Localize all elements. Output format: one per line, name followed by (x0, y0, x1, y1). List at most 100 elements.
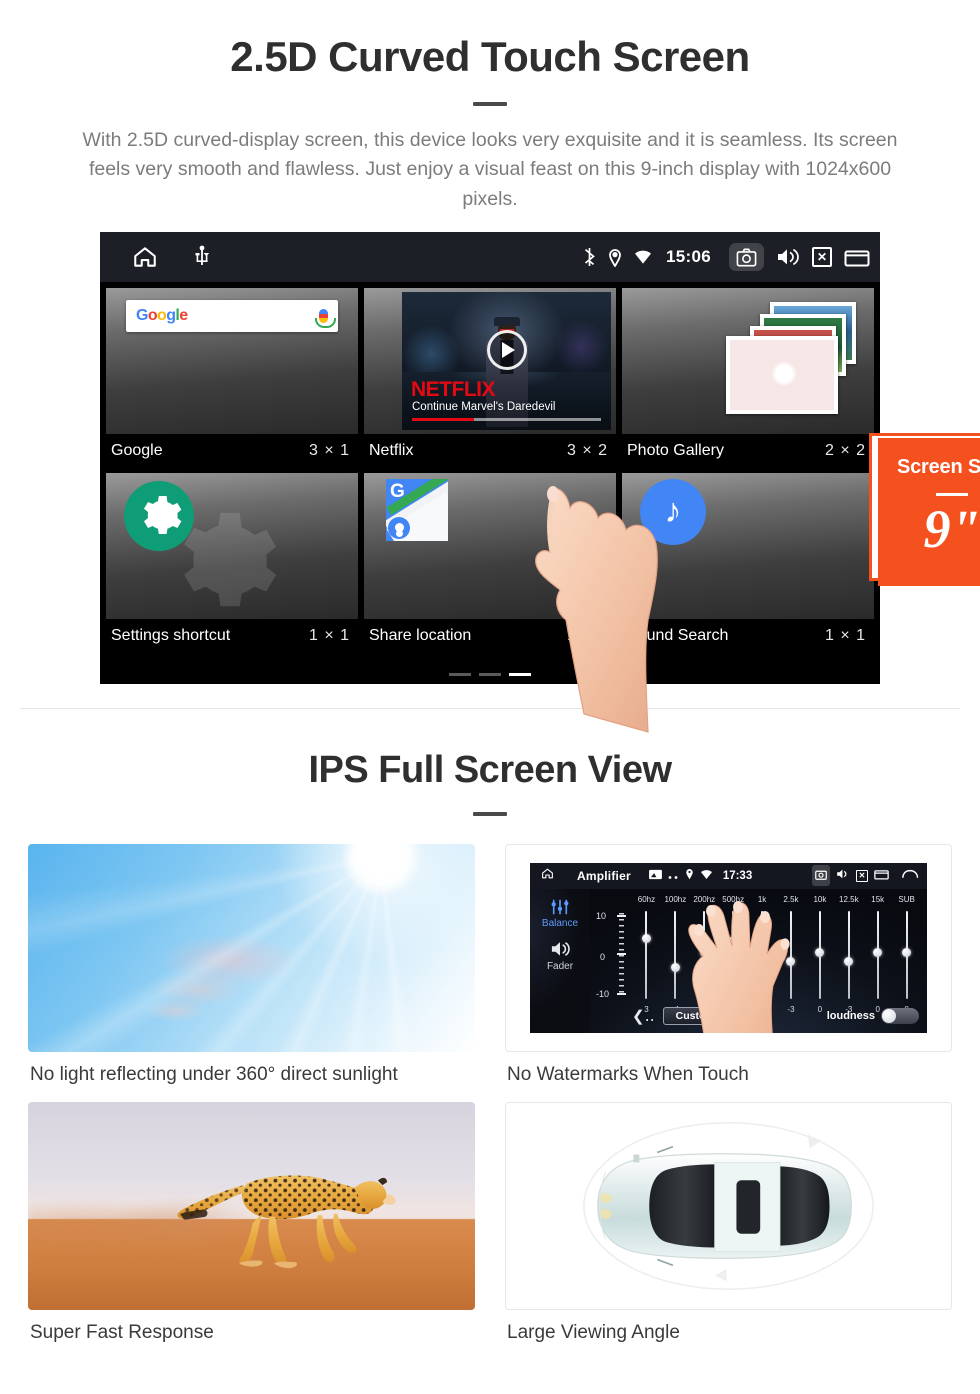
location-icon (608, 247, 622, 267)
location-icon (685, 867, 694, 885)
usb-icon[interactable] (194, 245, 210, 269)
equalizer-panel: 60hz 100hz 200hz 500hz 1k 2.5k 10k 12.5k… (590, 888, 927, 1033)
widget-card-settings-shortcut[interactable]: Settings shortcut 1 × 1 (106, 472, 358, 653)
close-icon[interactable]: ✕ (812, 246, 832, 267)
netflix-continue-title: Continue Marvel's Daredevil (412, 400, 556, 413)
widget-label-row: Sound Search 1 × 1 (622, 619, 874, 653)
eq-band-label: SUB (898, 894, 915, 904)
widget-card-photo-gallery[interactable]: Photo Gallery 2 × 2 (622, 287, 874, 468)
loudness-label: loudness (826, 1009, 875, 1022)
photo-thumb-front (726, 335, 838, 414)
amplifier-screen: Amplifier 17:33 ✕ Balance Fader 60hz 100… (530, 862, 927, 1033)
sound-search-widget-preview[interactable]: ♪ (622, 472, 874, 619)
page-title: 2.5D Curved Touch Screen (230, 33, 750, 80)
home-icon[interactable] (540, 867, 555, 885)
close-icon[interactable]: ✕ (856, 869, 868, 882)
google-maps-icon[interactable]: G (386, 478, 448, 541)
eq-slider[interactable]: 0 (719, 910, 748, 1014)
page-dot-active[interactable] (509, 672, 531, 676)
recents-icon[interactable] (874, 867, 889, 885)
google-search-widget-preview[interactable]: Google (106, 287, 358, 434)
home-icon[interactable] (130, 244, 160, 270)
widget-size: 1 × 1 (824, 626, 866, 644)
eq-slider[interactable]: -3 (777, 910, 806, 1014)
sidebar-item-balance[interactable]: Balance (530, 918, 590, 929)
card-caption: No light reflecting under 360° direct su… (30, 1063, 398, 1085)
title-underline (473, 102, 507, 107)
camera-icon[interactable] (812, 865, 830, 887)
volume-icon[interactable] (776, 247, 800, 267)
amplifier-clock: 17:33 (722, 869, 753, 882)
widget-name: Photo Gallery (627, 441, 724, 459)
eq-scale-mid: 0 (600, 952, 606, 963)
eq-band-label: 500hz (722, 894, 745, 904)
microphone-icon[interactable] (315, 308, 336, 328)
amplifier-title: Amplifier (577, 868, 631, 883)
loudness-control[interactable]: loudness (826, 1007, 919, 1024)
blue-sky-sun-image (28, 843, 475, 1052)
android-home-screen: 15:06 ✕ Google Google 3 × 1 NETFLIX Cont… (100, 231, 880, 684)
widget-card-netflix[interactable]: NETFLIX Continue Marvel's Daredevil Netf… (364, 287, 616, 468)
loudness-toggle[interactable] (881, 1007, 919, 1024)
page-dot[interactable] (449, 672, 471, 676)
widget-row-1: Google Google 3 × 1 NETFLIX Continue Mar… (106, 287, 874, 468)
page-indicator[interactable] (100, 672, 880, 676)
eq-slider[interactable]: -3 (834, 910, 863, 1014)
netflix-brand: NETFLIX (411, 377, 496, 401)
back-arrow-icon[interactable]: ❮․․ (632, 1007, 655, 1025)
eq-slider[interactable]: 0 (748, 910, 777, 1014)
photo-gallery-widget-preview[interactable] (622, 287, 874, 434)
eq-slider[interactable]: 0 (892, 910, 921, 1014)
play-icon[interactable] (486, 329, 527, 370)
sliders-icon[interactable] (530, 897, 590, 917)
widget-name: Settings shortcut (111, 626, 231, 644)
section2-title: IPS Full Screen View (308, 748, 672, 791)
widget-card-google[interactable]: Google Google 3 × 1 (106, 287, 358, 468)
widget-label-row: Google 3 × 1 (106, 434, 358, 468)
eq-slider[interactable]: 0 (690, 910, 719, 1014)
settings-widget-preview[interactable] (106, 472, 358, 619)
music-note-icon[interactable]: ♪ (640, 478, 706, 545)
eq-slider[interactable]: 3 (632, 910, 661, 1014)
sidebar-item-fader[interactable]: Fader (530, 961, 590, 972)
eq-slider[interactable]: 0 (863, 910, 892, 1014)
eq-scale-ticks (617, 912, 626, 997)
eq-band-label: 1k (757, 894, 767, 904)
widget-size: 3 × 2 (566, 441, 608, 459)
widget-card-sound-search[interactable]: ♪ Sound Search 1 × 1 (622, 472, 874, 653)
eq-band-label: 15k (871, 894, 885, 904)
preset-button[interactable]: Custom (662, 1006, 728, 1025)
volume-icon[interactable] (836, 867, 850, 885)
screen-size-badge: Screen Size 9" (878, 437, 980, 586)
share-location-widget-preview[interactable]: G (364, 472, 616, 619)
back-icon[interactable] (901, 867, 919, 885)
eq-band-label: 10k (813, 894, 827, 904)
device-screenshot-1: 15:06 ✕ Google Google 3 × 1 NETFLIX Cont… (100, 231, 980, 733)
eq-slider[interactable]: -4 (661, 910, 690, 1014)
dots-icon (668, 867, 679, 885)
sunlight-image-frame (28, 843, 475, 1052)
widget-size: 3 × 1 (308, 441, 350, 459)
widget-row-2: Settings shortcut 1 × 1 G Share location… (106, 472, 874, 653)
gear-icon[interactable] (124, 480, 194, 551)
feature-card-sunlight: No light reflecting under 360° direct su… (28, 843, 475, 1086)
eq-scale-max: 10 (596, 910, 607, 921)
widget-label-row: Netflix 3 × 2 (364, 434, 616, 468)
recents-icon[interactable] (844, 247, 870, 267)
eq-band-label: 60hz (637, 894, 656, 904)
car-rotation-diagram (583, 1121, 874, 1290)
widget-label-row: Photo Gallery 2 × 2 (622, 434, 874, 468)
wifi-icon (634, 249, 652, 265)
speaker-icon[interactable] (530, 939, 590, 959)
netflix-widget-preview[interactable]: NETFLIX Continue Marvel's Daredevil (364, 287, 616, 434)
amplifier-sidebar: Balance Fader (530, 888, 590, 1033)
amplifier-image-frame: Amplifier 17:33 ✕ Balance Fader 60hz 100… (505, 843, 952, 1052)
status-bar: 15:06 ✕ (100, 231, 880, 282)
eq-slider[interactable]: 0 (805, 910, 834, 1014)
page-dot[interactable] (479, 672, 501, 676)
widget-card-share-location[interactable]: G Share location 1 × 1 (364, 472, 616, 653)
widget-size: 2 × 2 (824, 441, 866, 459)
eq-band-label: 2.5k (783, 894, 799, 904)
camera-icon[interactable] (729, 242, 764, 271)
google-search-bar[interactable]: Google (126, 299, 338, 332)
